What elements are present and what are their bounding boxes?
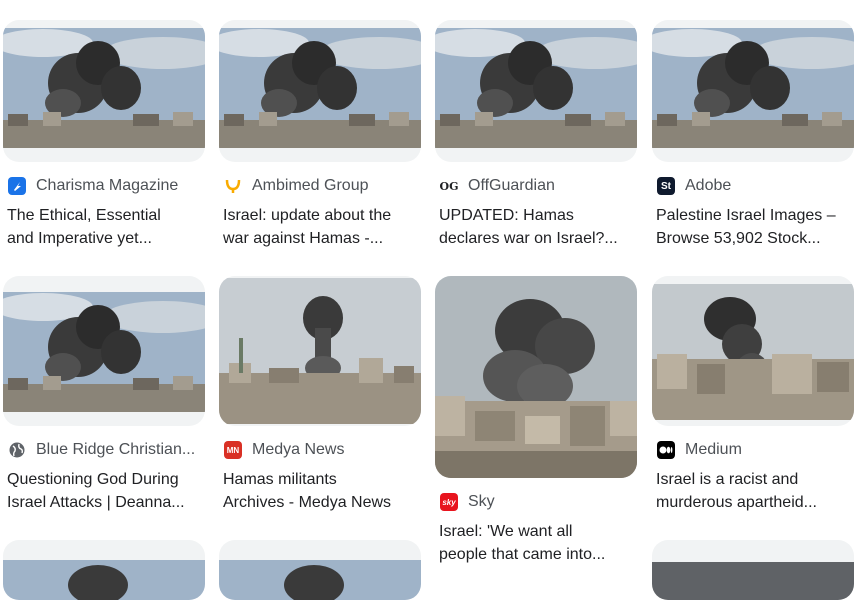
- result-thumbnail[interactable]: [652, 540, 854, 600]
- charisma-icon: [8, 177, 26, 195]
- result-card[interactable]: Blue Ridge Christian... Questioning God …: [3, 276, 205, 514]
- smoke-photo: [652, 562, 854, 600]
- result-thumbnail[interactable]: [3, 276, 205, 426]
- smoke-photo: [219, 28, 421, 148]
- result-thumbnail[interactable]: [3, 540, 205, 600]
- smoke-photo: [3, 28, 205, 148]
- smoke-photo: [652, 28, 854, 148]
- result-card[interactable]: sky Sky Israel: 'We want all people that …: [435, 276, 637, 566]
- smoke-photo: [219, 278, 421, 424]
- result-thumbnail[interactable]: [3, 20, 205, 162]
- result-card[interactable]: St Adobe Palestine Israel Images – Browse…: [652, 20, 854, 250]
- result-thumbnail[interactable]: [219, 20, 421, 162]
- result-source: Charisma Magazine: [36, 177, 179, 194]
- result-title[interactable]: Hamas militants Archives - Medya News: [223, 468, 423, 514]
- result-thumbnail[interactable]: [652, 20, 854, 162]
- result-thumbnail[interactable]: [435, 20, 637, 162]
- result-card[interactable]: Medium Israel is a racist and murderous a…: [652, 276, 854, 514]
- ambimed-icon: [224, 177, 242, 195]
- smoke-photo: [3, 560, 205, 600]
- result-source: Medium: [685, 441, 742, 458]
- result-source: Ambimed Group: [252, 177, 369, 194]
- offguardian-icon: OG: [439, 179, 459, 193]
- result-title[interactable]: Palestine Israel Images – Browse 53,902 S…: [656, 204, 856, 250]
- result-card[interactable]: MN Medya News Hamas militants Archives - …: [219, 276, 421, 514]
- smoke-photo: [219, 560, 421, 600]
- result-source: Medya News: [252, 441, 345, 458]
- result-thumbnail[interactable]: [435, 276, 637, 478]
- medium-icon: [657, 441, 675, 459]
- result-title[interactable]: Israel is a racist and murderous aparthei…: [656, 468, 856, 514]
- result-card[interactable]: OG OffGuardian UPDATED: Hamas declares wa…: [435, 20, 637, 250]
- result-card[interactable]: [3, 540, 205, 600]
- result-source: Blue Ridge Christian...: [36, 441, 196, 458]
- smoke-photo: [3, 292, 205, 412]
- smoke-photo: [652, 284, 854, 420]
- medya-news-icon: MN: [224, 441, 242, 459]
- smoke-photo: [435, 28, 637, 148]
- result-title[interactable]: The Ethical, Essential and Imperative yet…: [7, 204, 207, 250]
- globe-icon: [8, 441, 26, 459]
- adobe-stock-icon: St: [657, 177, 675, 195]
- result-card[interactable]: [652, 540, 854, 600]
- result-title[interactable]: Questioning God During Israel Attacks | D…: [7, 468, 207, 514]
- result-source: Adobe: [685, 177, 732, 194]
- result-title[interactable]: Israel: 'We want all people that came int…: [439, 520, 639, 566]
- result-thumbnail[interactable]: [652, 276, 854, 426]
- result-card[interactable]: [219, 540, 421, 600]
- result-card[interactable]: Ambimed Group Israel: update about the wa…: [219, 20, 421, 250]
- result-thumbnail[interactable]: [219, 276, 421, 426]
- result-card[interactable]: Charisma Magazine The Ethical, Essential…: [3, 20, 205, 250]
- result-source: Sky: [468, 493, 495, 510]
- result-thumbnail[interactable]: [219, 540, 421, 600]
- result-source: OffGuardian: [468, 177, 555, 194]
- smoke-photo: [435, 276, 637, 478]
- result-title[interactable]: Israel: update about the war against Hama…: [223, 204, 423, 250]
- result-title[interactable]: UPDATED: Hamas declares war on Israel?...: [439, 204, 639, 250]
- sky-news-icon: sky: [440, 493, 458, 511]
